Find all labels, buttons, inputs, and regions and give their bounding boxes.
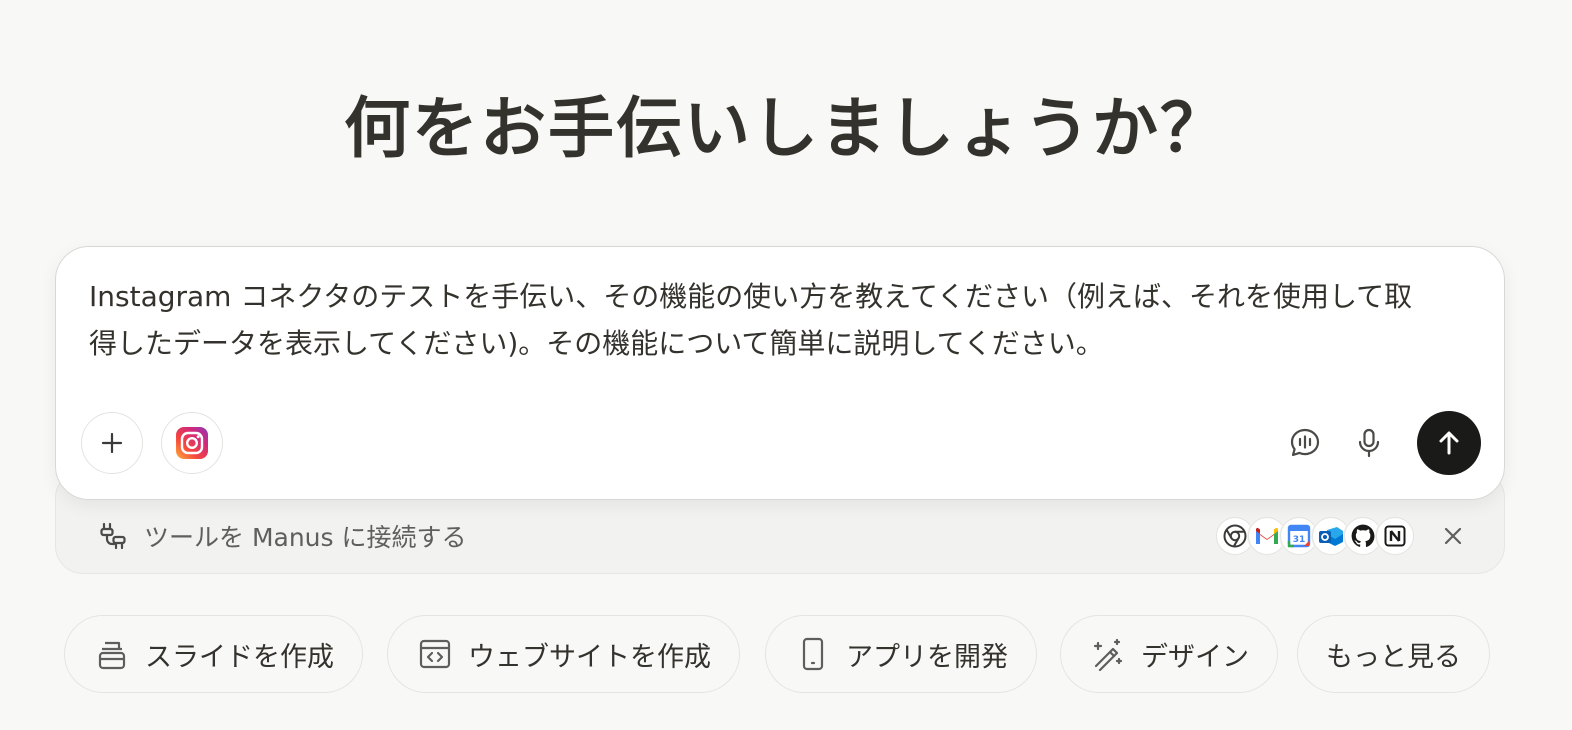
create-slides-label: スライドを作成 bbox=[145, 641, 334, 673]
close-tools-bar-button[interactable] bbox=[1436, 519, 1470, 553]
notion-icon bbox=[1376, 517, 1414, 555]
svg-text:31: 31 bbox=[1293, 535, 1306, 545]
mobile-device-icon bbox=[796, 637, 830, 671]
arrow-up-icon bbox=[1434, 428, 1464, 458]
plug-icon bbox=[96, 519, 130, 553]
create-slides-button[interactable]: スライドを作成 bbox=[64, 615, 363, 693]
design-label: デザイン bbox=[1141, 641, 1249, 673]
voice-chat-icon bbox=[1288, 426, 1322, 460]
develop-app-label: アプリを開発 bbox=[846, 641, 1008, 673]
create-website-label: ウェブサイトを作成 bbox=[468, 641, 711, 673]
magic-wand-icon bbox=[1091, 637, 1125, 671]
prompt-input[interactable]: Instagram コネクタのテストを手伝い、その機能の使い方を教えてください（… bbox=[89, 273, 1489, 367]
see-more-label: もっと見る bbox=[1326, 641, 1461, 673]
microphone-button[interactable] bbox=[1347, 421, 1391, 465]
see-more-button[interactable]: もっと見る bbox=[1297, 615, 1490, 693]
microphone-icon bbox=[1354, 427, 1384, 459]
voice-chat-button[interactable] bbox=[1283, 421, 1327, 465]
develop-app-button[interactable]: アプリを開発 bbox=[765, 615, 1037, 693]
page-headline: 何をお手伝いしましょうか？ bbox=[344, 89, 1228, 167]
website-code-icon bbox=[418, 637, 452, 671]
connect-tools-label[interactable]: ツールを Manus に接続する bbox=[144, 518, 467, 554]
design-button[interactable]: デザイン bbox=[1060, 615, 1278, 693]
instagram-icon bbox=[175, 426, 209, 460]
send-button[interactable] bbox=[1417, 411, 1481, 475]
add-attachment-button[interactable] bbox=[81, 412, 143, 474]
create-website-button[interactable]: ウェブサイトを作成 bbox=[387, 615, 740, 693]
slides-icon bbox=[95, 637, 129, 671]
connector-app-icons[interactable]: 31 bbox=[1216, 517, 1414, 555]
instagram-connector-button[interactable] bbox=[161, 412, 223, 474]
chat-composer[interactable]: Instagram コネクタのテストを手伝い、その機能の使い方を教えてください（… bbox=[55, 246, 1505, 500]
